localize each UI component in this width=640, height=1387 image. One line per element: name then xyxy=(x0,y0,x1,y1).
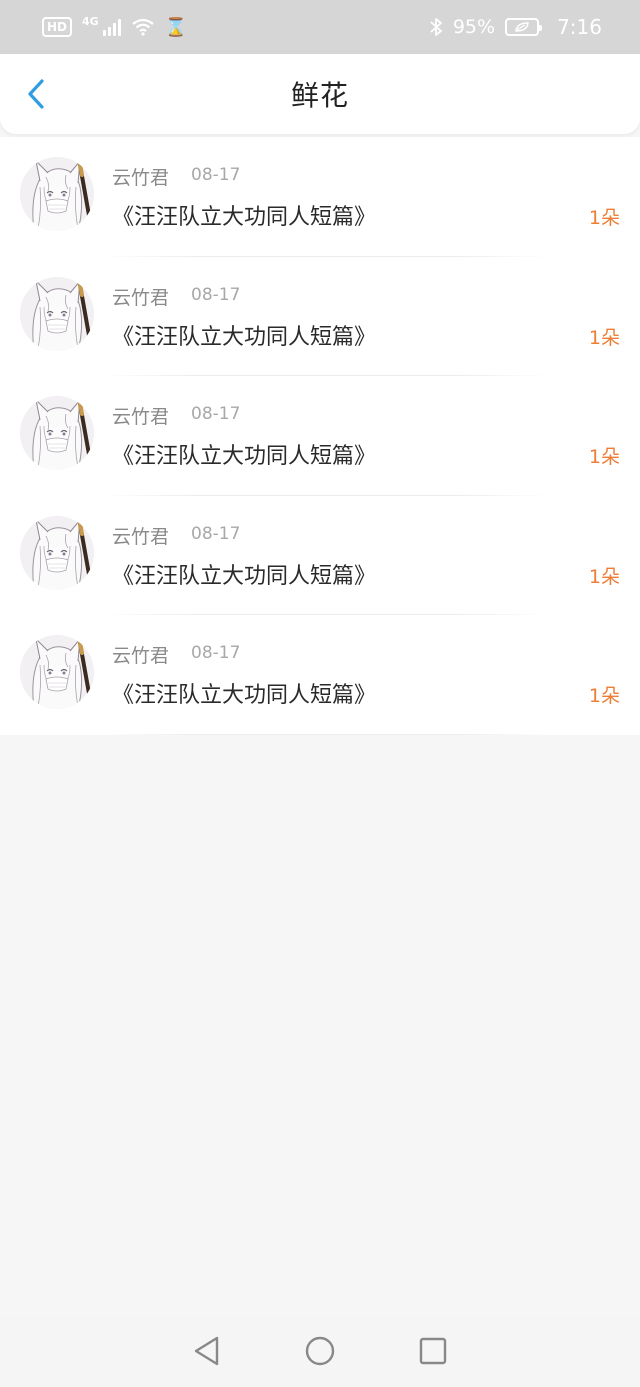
flower-count: 1朵 xyxy=(588,446,620,468)
circle-home-icon xyxy=(305,1336,335,1366)
network-type: 4G xyxy=(82,14,99,28)
hourglass-icon: ⌛ xyxy=(164,16,188,38)
list-item[interactable]: 云竹君 08-17 《汪汪队立大功同人短篇》 1朵 xyxy=(0,137,640,257)
book-title[interactable]: 《汪汪队立大功同人短篇》 xyxy=(112,319,376,351)
flower-list: 云竹君 08-17 《汪汪队立大功同人短篇》 1朵 云竹君 08-17 《汪汪队… xyxy=(0,137,640,735)
avatar[interactable] xyxy=(20,635,94,709)
date: 08-17 xyxy=(191,284,241,305)
avatar-image xyxy=(20,515,94,590)
avatar[interactable] xyxy=(20,276,94,351)
square-recents-icon xyxy=(420,1337,447,1365)
username: 云竹君 xyxy=(112,167,170,189)
date: 08-17 xyxy=(191,404,241,424)
status-bar: HD 4G ⌛ 95% 7:16 xyxy=(0,0,640,54)
back-button[interactable] xyxy=(18,74,54,114)
book-title[interactable]: 《汪汪队立大功同人短篇》 xyxy=(112,677,376,709)
username: 云竹君 xyxy=(112,406,170,428)
page-title: 鲜花 xyxy=(290,79,349,112)
avatar-image xyxy=(20,157,94,231)
username: 云竹君 xyxy=(112,286,170,309)
username: 云竹君 xyxy=(112,525,170,548)
divider xyxy=(100,733,550,735)
avatar[interactable] xyxy=(20,396,94,470)
avatar[interactable] xyxy=(20,515,94,590)
nav-recents-button[interactable] xyxy=(413,1331,453,1371)
nav-back-button[interactable] xyxy=(187,1331,227,1371)
status-left: HD 4G ⌛ xyxy=(42,14,188,38)
flower-count: 1朵 xyxy=(588,326,620,349)
battery-icon xyxy=(505,18,543,36)
app-header: 鲜花 xyxy=(0,54,640,134)
nav-home-button[interactable] xyxy=(300,1331,340,1371)
list-item[interactable]: 云竹君 08-17 《汪汪队立大功同人短篇》 1朵 xyxy=(0,376,640,496)
avatar-image xyxy=(20,276,94,351)
avatar[interactable] xyxy=(20,157,94,231)
battery-percent: 95% xyxy=(452,16,496,38)
date: 08-17 xyxy=(191,165,241,185)
list-item[interactable]: 云竹君 08-17 《汪汪队立大功同人短篇》 1朵 xyxy=(0,256,640,376)
flower-count: 1朵 xyxy=(588,685,620,707)
system-nav-bar xyxy=(0,1315,640,1387)
screen: HD 4G ⌛ 95% 7:16 鲜花 云竹君 08-17 《汪汪队立大功同人短… xyxy=(0,0,640,1387)
list-item[interactable]: 云竹君 08-17 《汪汪队立大功同人短篇》 1朵 xyxy=(0,495,640,615)
status-right: 95% 7:16 xyxy=(429,15,602,39)
chevron-left-icon xyxy=(28,79,44,109)
clock: 7:16 xyxy=(557,15,602,39)
wifi-icon xyxy=(132,18,154,36)
signal-icon xyxy=(102,18,121,36)
avatar-image xyxy=(20,635,94,709)
avatar-image xyxy=(20,396,94,470)
flower-count: 1朵 xyxy=(588,207,620,229)
date: 08-17 xyxy=(191,523,241,544)
book-title[interactable]: 《汪汪队立大功同人短篇》 xyxy=(112,438,376,470)
book-title[interactable]: 《汪汪队立大功同人短篇》 xyxy=(112,558,376,590)
date: 08-17 xyxy=(191,643,241,663)
list-item[interactable]: 云竹君 08-17 《汪汪队立大功同人短篇》 1朵 xyxy=(0,615,640,735)
flower-count: 1朵 xyxy=(588,565,620,588)
triangle-back-icon xyxy=(194,1336,218,1366)
bluetooth-icon xyxy=(430,18,442,36)
hd-badge: HD xyxy=(42,17,73,37)
username: 云竹君 xyxy=(112,645,170,667)
leaf-icon xyxy=(515,22,529,32)
book-title[interactable]: 《汪汪队立大功同人短篇》 xyxy=(112,199,376,231)
